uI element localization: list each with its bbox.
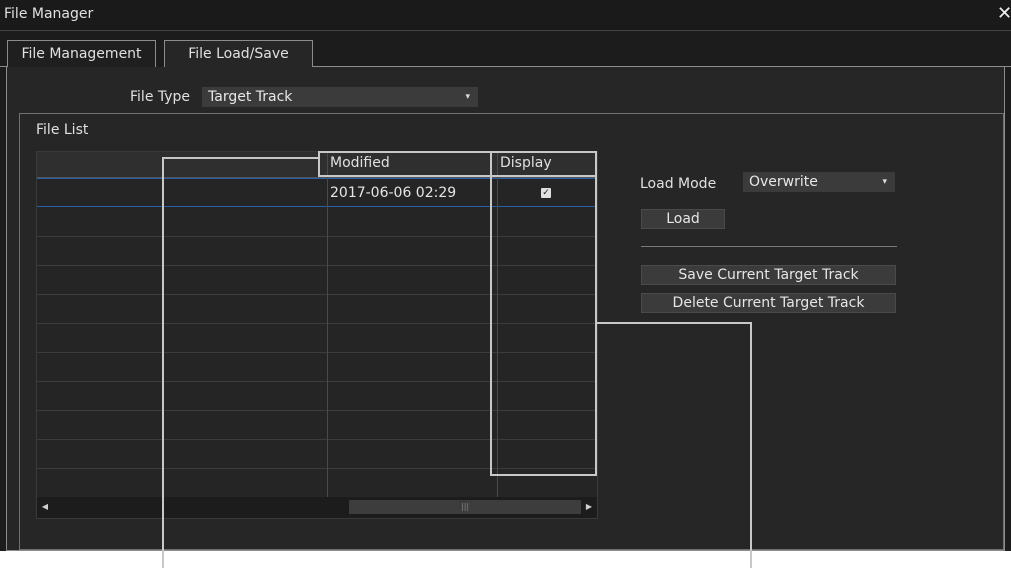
tab-file-management[interactable]: File Management — [7, 40, 156, 67]
callout-line — [750, 322, 752, 568]
callout-line — [162, 551, 164, 568]
load-mode-label: Load Mode — [640, 176, 717, 192]
scroll-right-icon[interactable]: ▶ — [583, 501, 595, 513]
tab-file-load-save[interactable]: File Load/Save — [164, 40, 313, 67]
window-title: File Manager — [4, 6, 94, 22]
chevron-down-icon: ▾ — [465, 92, 470, 102]
save-current-target-track-button[interactable]: Save Current Target Track — [641, 265, 896, 285]
divider — [641, 246, 897, 247]
grip-icon: ||| — [461, 502, 470, 511]
scroll-left-icon[interactable]: ◀ — [39, 501, 51, 513]
file-manager-window: File Manager ✕ File Management File Load… — [0, 0, 1011, 568]
file-type-select[interactable]: Target Track ▾ — [202, 87, 478, 107]
load-mode-select[interactable]: Overwrite ▾ — [743, 172, 895, 192]
callout-line — [162, 157, 318, 159]
load-button[interactable]: Load — [641, 209, 725, 229]
file-list-label: File List — [36, 122, 89, 138]
horizontal-scrollbar[interactable]: ◀ ||| ▶ — [37, 497, 597, 518]
load-mode-value: Overwrite — [749, 174, 818, 190]
scroll-thumb[interactable]: ||| — [349, 500, 581, 514]
callout-line — [750, 551, 752, 568]
file-type-value: Target Track — [208, 89, 293, 105]
column-divider — [327, 152, 328, 497]
chevron-down-icon: ▾ — [882, 177, 887, 187]
file-type-label: File Type — [130, 89, 191, 105]
page-margin — [0, 551, 1011, 568]
title-bar: File Manager ✕ — [0, 0, 1011, 31]
cell-modified: 2017-06-06 02:29 — [330, 185, 457, 201]
callout-line — [597, 322, 752, 324]
callout-line — [162, 157, 164, 568]
delete-current-target-track-button[interactable]: Delete Current Target Track — [641, 293, 896, 313]
callout-box-display-column — [490, 151, 597, 476]
close-icon[interactable]: ✕ — [997, 3, 1011, 25]
